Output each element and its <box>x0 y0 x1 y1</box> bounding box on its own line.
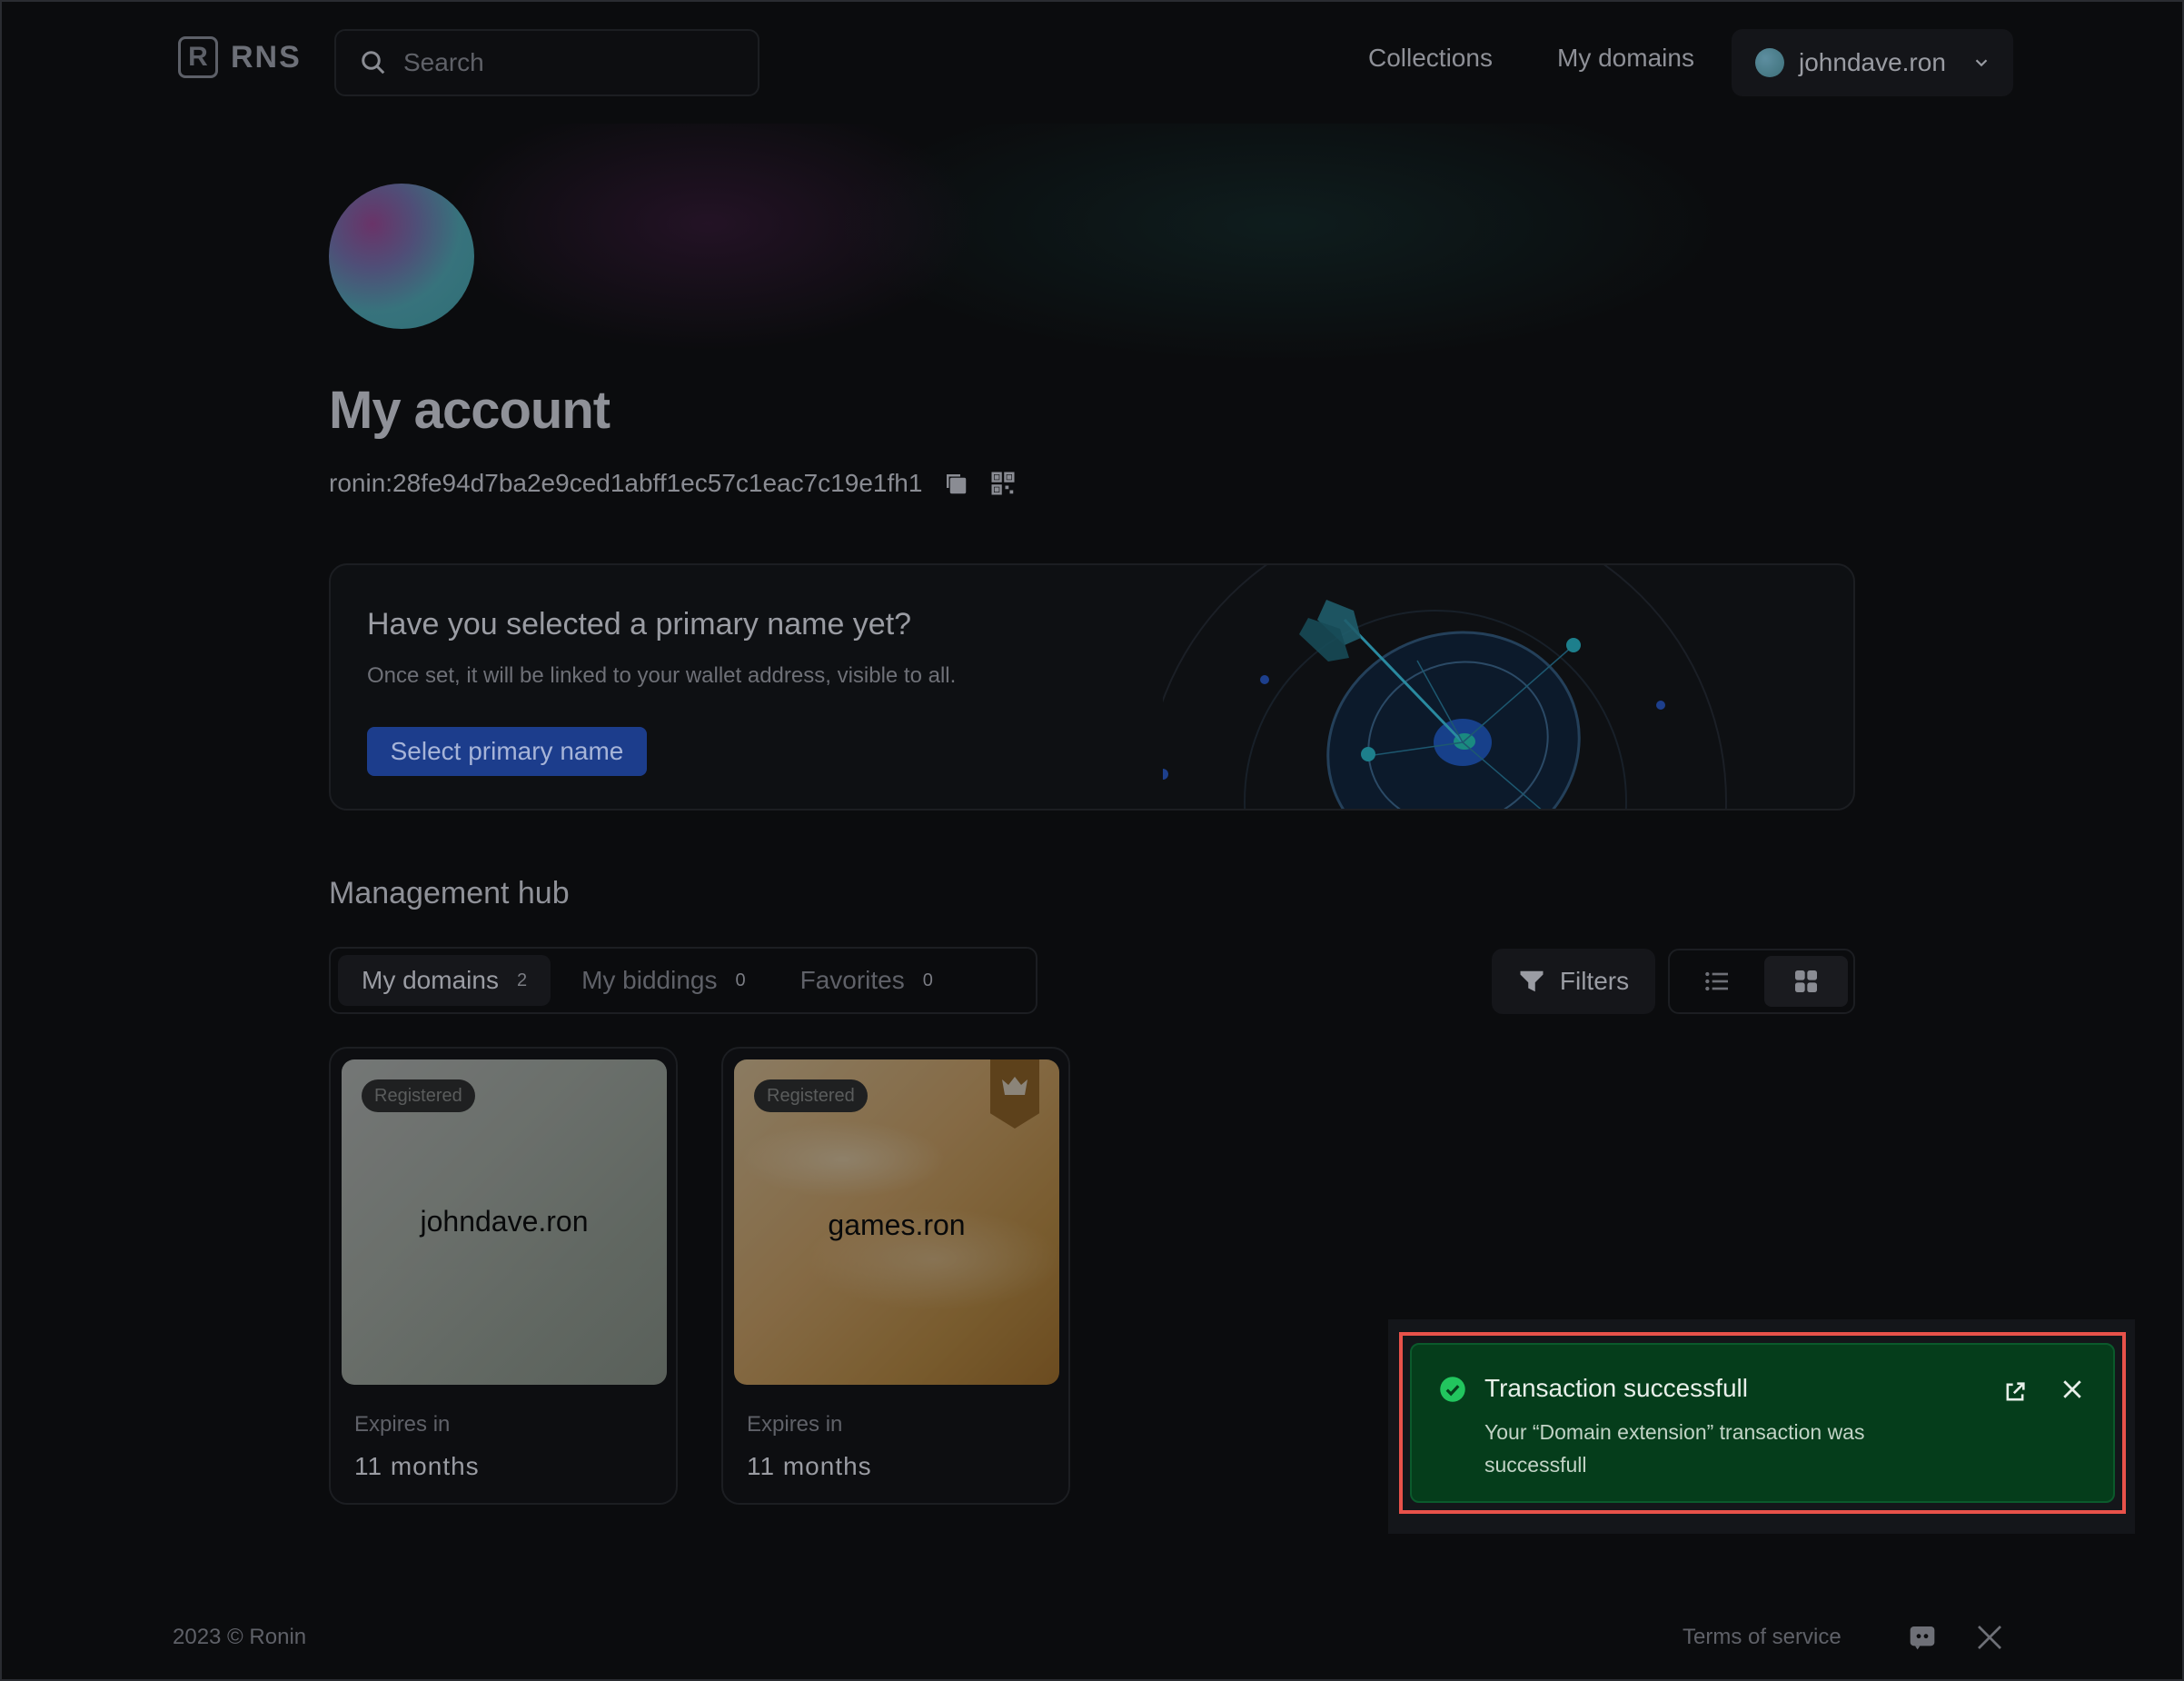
crown-icon <box>1002 1077 1027 1095</box>
chevron-down-icon <box>1975 59 1988 67</box>
target-illustration <box>1163 565 1727 809</box>
tab-favorites[interactable]: Favorites 0 <box>777 955 957 1006</box>
domain-name: games.ron <box>828 1209 966 1241</box>
nav-link-collections[interactable]: Collections <box>1368 44 1493 73</box>
primary-name-description: Once set, it will be linked to your wall… <box>367 663 957 688</box>
rns-logo[interactable]: R RNS <box>178 36 302 78</box>
terms-of-service-link[interactable]: Terms of service <box>1683 1625 1842 1650</box>
page-title: My account <box>329 381 611 440</box>
crown-ribbon <box>990 1059 1039 1129</box>
wallet-address-row: ronin:28fe94d7ba2e9ced1abff1ec57c1eac7c1… <box>329 469 1017 498</box>
top-navigation: R RNS Search Collections My domains john… <box>0 0 2184 124</box>
tab-count: 2 <box>516 970 528 990</box>
discord-icon[interactable] <box>1908 1623 1937 1652</box>
toast-message: Your “Domain extension” transaction was … <box>1484 1420 1865 1477</box>
list-view-icon <box>1705 971 1728 991</box>
grid-view-button[interactable] <box>1764 956 1848 1007</box>
external-link-icon[interactable] <box>2002 1379 2028 1405</box>
qr-code-icon[interactable] <box>989 470 1017 497</box>
wallet-address: ronin:28fe94d7ba2e9ced1abff1ec57c1eac7c1… <box>329 469 923 497</box>
primary-name-card: Have you selected a primary name yet? On… <box>329 563 1855 811</box>
profile-banner <box>327 124 1853 405</box>
status-badge: Registered <box>754 1079 868 1112</box>
filter-icon <box>1520 970 1544 992</box>
filters-label: Filters <box>1559 967 1630 995</box>
domain-card-image: Registered johndave.ron <box>342 1059 667 1385</box>
expires-value: 11 months <box>747 1452 872 1480</box>
rns-brand-text: RNS <box>231 39 302 75</box>
rns-logo-mark: R <box>178 36 218 78</box>
grid-view-icon <box>1795 970 1817 992</box>
select-primary-name-button[interactable]: Select primary name <box>367 727 647 776</box>
view-toggle <box>1668 949 1855 1014</box>
status-badge: Registered <box>362 1079 475 1112</box>
tab-label: My domains <box>362 966 499 994</box>
check-circle-icon <box>1440 1377 1465 1402</box>
tab-label: Favorites <box>799 966 905 994</box>
management-hub-title: Management hub <box>329 876 570 910</box>
domain-card-games[interactable]: Registered games.ron Expires in 11 month… <box>721 1047 1070 1505</box>
search-input[interactable]: Search <box>334 29 759 96</box>
hub-tabs: My domains 2 My biddings 0 Favorites 0 <box>329 947 1037 1014</box>
domain-card-image: Registered games.ron <box>734 1059 1059 1385</box>
expires-label: Expires in <box>747 1412 843 1437</box>
tab-my-domains[interactable]: My domains 2 <box>338 955 551 1006</box>
copy-icon[interactable] <box>942 470 969 497</box>
toast-title: Transaction successfull <box>1484 1374 1748 1402</box>
account-avatar <box>1755 48 1784 77</box>
profile-avatar <box>329 184 474 329</box>
nav-link-my-domains[interactable]: My domains <box>1557 44 1694 73</box>
filters-button[interactable]: Filters <box>1492 949 1655 1014</box>
tab-label: My biddings <box>581 966 718 994</box>
search-placeholder: Search <box>403 48 484 76</box>
search-icon <box>362 51 385 75</box>
expires-label: Expires in <box>354 1412 451 1437</box>
account-name: johndave.ron <box>1799 48 1946 76</box>
close-icon[interactable] <box>2059 1376 2086 1403</box>
tab-my-biddings[interactable]: My biddings 0 <box>558 955 769 1006</box>
transaction-success-toast: Transaction successfull Your “Domain ext… <box>1410 1343 2115 1503</box>
x-twitter-icon[interactable] <box>1975 1623 2004 1652</box>
tab-count: 0 <box>922 970 933 990</box>
domain-name: johndave.ron <box>420 1205 589 1238</box>
primary-name-title: Have you selected a primary name yet? <box>367 607 912 642</box>
list-view-button[interactable] <box>1675 956 1759 1007</box>
footer-copyright: 2023 © Ronin <box>173 1625 307 1649</box>
expires-value: 11 months <box>354 1452 480 1480</box>
domain-card-johndave[interactable]: Registered johndave.ron Expires in 11 mo… <box>329 1047 678 1505</box>
tab-count: 0 <box>735 970 746 990</box>
account-menu-button[interactable]: johndave.ron <box>1732 29 2013 96</box>
